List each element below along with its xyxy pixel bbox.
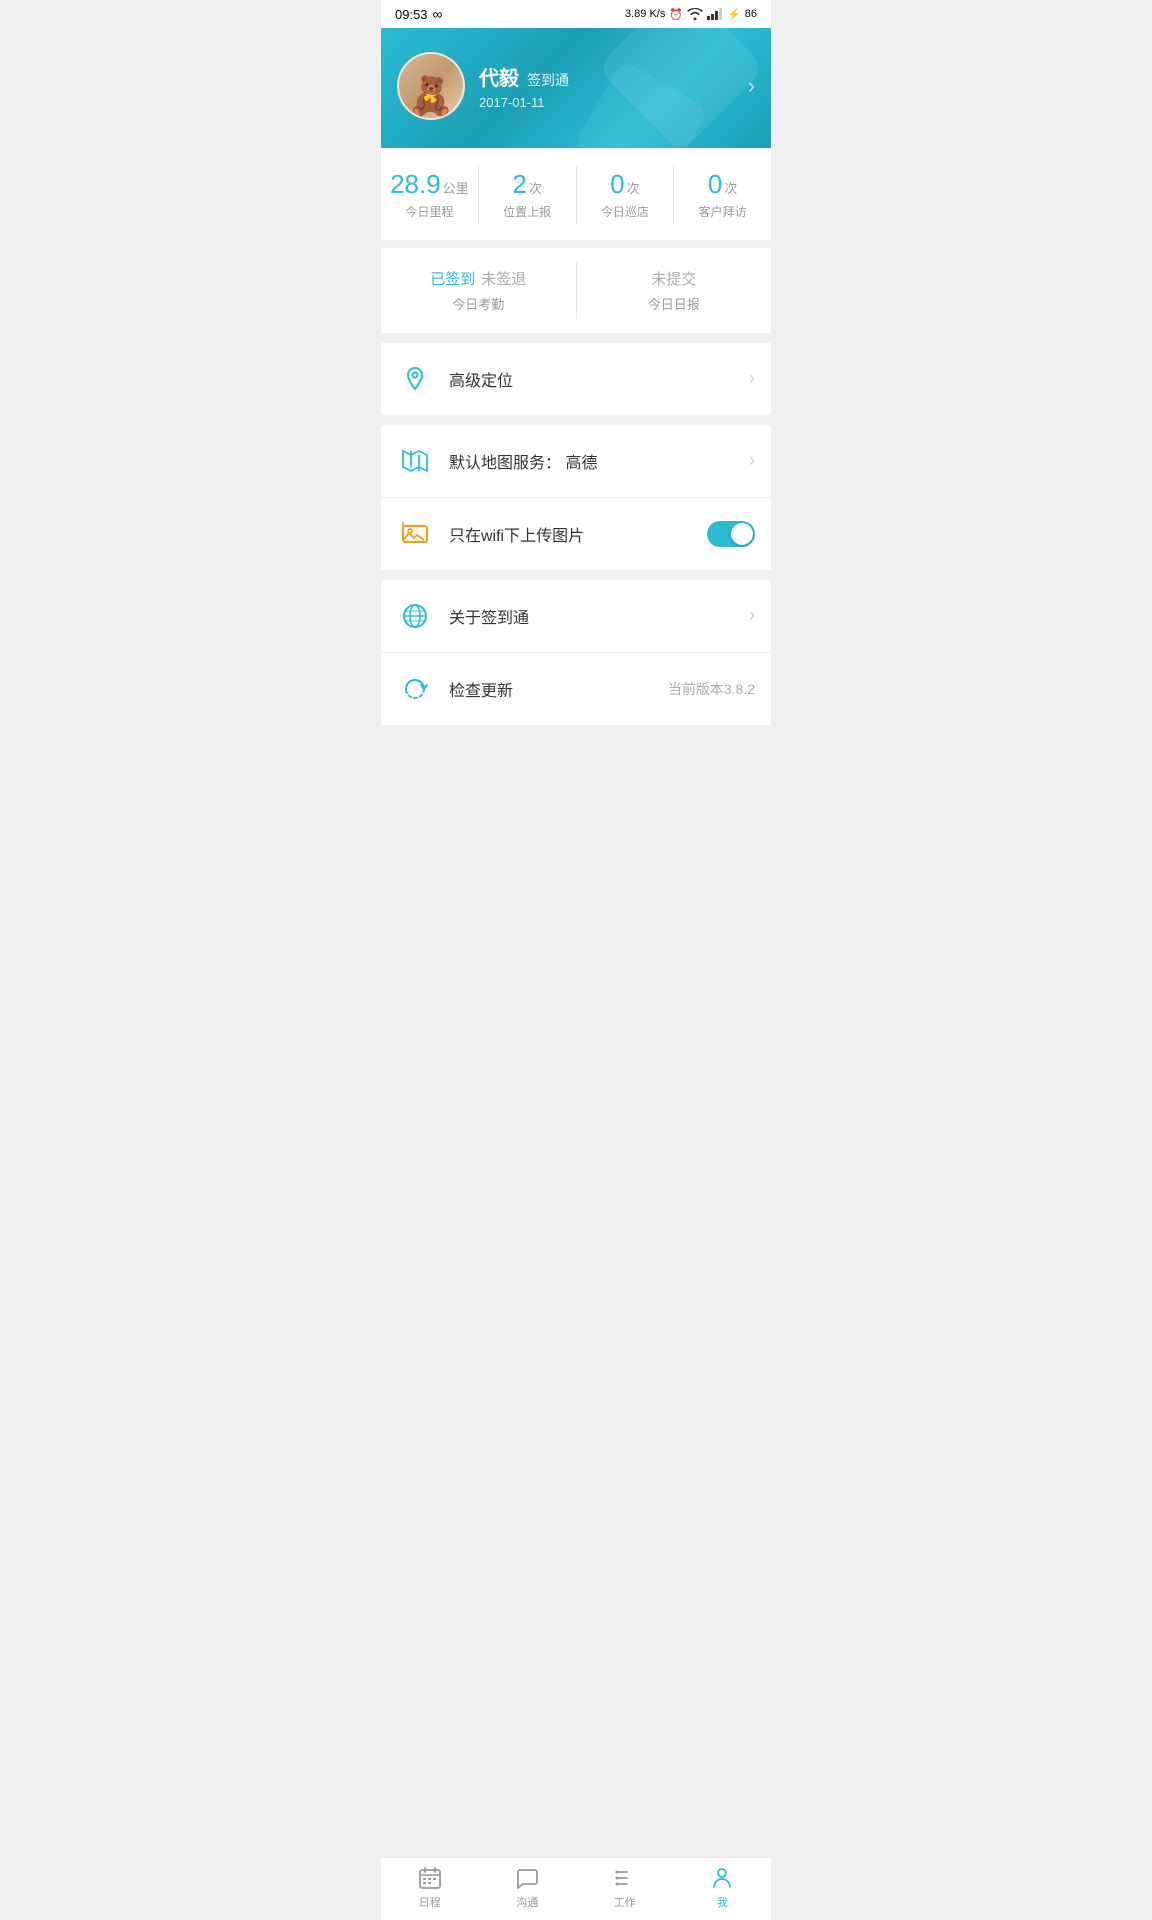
charging-icon: ⚡ bbox=[727, 8, 741, 21]
chat-icon bbox=[515, 1866, 539, 1890]
checkin-status-green: 已签到 bbox=[430, 268, 475, 289]
network-speed: 3.89 K/s bbox=[625, 8, 665, 20]
battery-value: 86 bbox=[745, 8, 757, 20]
stat-customer-number: 0 bbox=[708, 170, 722, 199]
nav-item-work[interactable]: 工作 bbox=[576, 1866, 674, 1910]
menu-item-update[interactable]: 检查更新 当前版本3.8.2 bbox=[381, 653, 771, 725]
section-divider-1 bbox=[381, 333, 771, 343]
person-icon bbox=[710, 1866, 734, 1890]
attendance-checkin[interactable]: 已签到 未签退 今日考勤 bbox=[381, 262, 577, 319]
user-date: 2017-01-11 bbox=[479, 95, 569, 110]
stat-mileage-number: 28.9 bbox=[390, 170, 441, 199]
nav-schedule-label: 日程 bbox=[419, 1894, 441, 1910]
stat-customer-label: 客户拜访 bbox=[682, 203, 763, 220]
map-icon bbox=[397, 443, 433, 479]
toggle-knob bbox=[731, 523, 753, 545]
avatar-image bbox=[399, 54, 463, 118]
signal-icon bbox=[707, 8, 723, 20]
infinite-icon: ∞ bbox=[433, 6, 443, 22]
chevron-right-icon-2: › bbox=[749, 450, 755, 471]
menu-wifi-right[interactable] bbox=[707, 521, 755, 547]
image-icon bbox=[397, 516, 433, 552]
menu-location-text: 高级定位 bbox=[449, 367, 749, 391]
user-name: 代毅 bbox=[479, 62, 519, 91]
menu-update-right: 当前版本3.8.2 bbox=[668, 679, 755, 699]
stat-store-visit: 0 次 今日巡店 bbox=[577, 166, 675, 224]
stat-location-report: 2 次 位置上报 bbox=[479, 166, 577, 224]
clock-icon: ⏰ bbox=[669, 8, 683, 21]
stat-store-label: 今日巡店 bbox=[585, 203, 666, 220]
attendance-today-label: 今日考勤 bbox=[381, 294, 576, 313]
status-right: 3.89 K/s ⏰ ⚡ 86 bbox=[625, 8, 757, 21]
stat-location-unit: 次 bbox=[529, 178, 542, 197]
status-bar: 09:53 ∞ 3.89 K/s ⏰ ⚡ bbox=[381, 0, 771, 28]
stat-customer-unit: 次 bbox=[724, 178, 737, 197]
update-icon bbox=[397, 671, 433, 707]
calendar-icon bbox=[418, 1866, 442, 1890]
menu-item-wifi-upload[interactable]: 只在wifi下上传图片 bbox=[381, 498, 771, 570]
user-tag: 签到通 bbox=[527, 70, 569, 90]
stat-customer-visit: 0 次 客户拜访 bbox=[674, 166, 771, 224]
stat-location-number: 2 bbox=[512, 170, 526, 199]
work-icon bbox=[613, 1866, 637, 1890]
chevron-right-icon: › bbox=[749, 368, 755, 389]
nav-item-schedule[interactable]: 日程 bbox=[381, 1866, 479, 1910]
menu-about-text: 关于签到通 bbox=[449, 604, 749, 628]
current-version: 当前版本3.8.2 bbox=[668, 679, 755, 699]
menu-item-map[interactable]: 默认地图服务： 高德 › bbox=[381, 425, 771, 498]
avatar bbox=[397, 52, 465, 120]
attendance-daily-report[interactable]: 未提交 今日日报 bbox=[577, 262, 772, 319]
wifi-icon bbox=[687, 8, 703, 20]
nav-me-label: 我 bbox=[717, 1894, 728, 1910]
status-time: 09:53 bbox=[395, 7, 428, 22]
wifi-upload-toggle[interactable] bbox=[707, 521, 755, 547]
header-chevron-right-icon[interactable]: › bbox=[748, 73, 755, 99]
nav-item-me[interactable]: 我 bbox=[674, 1866, 772, 1910]
nav-item-chat[interactable]: 沟通 bbox=[479, 1866, 577, 1910]
nav-work-label: 工作 bbox=[614, 1894, 636, 1910]
menu-map-right: › bbox=[749, 450, 755, 471]
chevron-right-icon-3: › bbox=[749, 605, 755, 626]
section-divider-2 bbox=[381, 415, 771, 425]
menu-map-text: 默认地图服务： 高德 bbox=[449, 449, 749, 473]
menu-section-2: 默认地图服务： 高德 › 只在wifi下上传图片 bbox=[381, 425, 771, 570]
menu-about-right: › bbox=[749, 605, 755, 626]
menu-update-text: 检查更新 bbox=[449, 677, 668, 701]
stat-mileage-unit: 公里 bbox=[443, 178, 469, 197]
menu-item-about[interactable]: 关于签到通 › bbox=[381, 580, 771, 653]
menu-section-3: 关于签到通 › 检查更新 当前版本3.8.2 bbox=[381, 580, 771, 725]
bottom-nav: 日程 沟通 工作 我 bbox=[381, 1857, 771, 1920]
attendance-report-label: 今日日报 bbox=[577, 294, 772, 313]
user-name-row: 代毅 签到通 bbox=[479, 62, 569, 91]
menu-section-1: 高级定位 › bbox=[381, 343, 771, 415]
header-left: 代毅 签到通 2017-01-11 bbox=[397, 52, 569, 120]
attendance-section: 已签到 未签退 今日考勤 未提交 今日日报 bbox=[381, 240, 771, 333]
menu-location-right: › bbox=[749, 368, 755, 389]
nav-chat-label: 沟通 bbox=[516, 1894, 538, 1910]
report-status-gray: 未提交 bbox=[651, 268, 696, 289]
stat-location-label: 位置上报 bbox=[487, 203, 568, 220]
stats-grid: 28.9 公里 今日里程 2 次 位置上报 0 次 今日巡店 bbox=[381, 166, 771, 224]
header-banner[interactable]: 代毅 签到通 2017-01-11 › bbox=[381, 28, 771, 148]
stat-store-unit: 次 bbox=[627, 178, 640, 197]
stats-section: 28.9 公里 今日里程 2 次 位置上报 0 次 今日巡店 bbox=[381, 148, 771, 240]
stat-mileage-label: 今日里程 bbox=[389, 203, 470, 220]
location-icon bbox=[397, 361, 433, 397]
user-info: 代毅 签到通 2017-01-11 bbox=[479, 62, 569, 110]
stat-store-number: 0 bbox=[610, 170, 624, 199]
section-divider-3 bbox=[381, 570, 771, 580]
stat-mileage: 28.9 公里 今日里程 bbox=[381, 166, 479, 224]
menu-wifi-text: 只在wifi下上传图片 bbox=[449, 522, 707, 546]
status-left: 09:53 ∞ bbox=[395, 6, 443, 22]
globe-icon bbox=[397, 598, 433, 634]
checkin-status-gray: 未签退 bbox=[481, 268, 526, 289]
menu-item-location[interactable]: 高级定位 › bbox=[381, 343, 771, 415]
